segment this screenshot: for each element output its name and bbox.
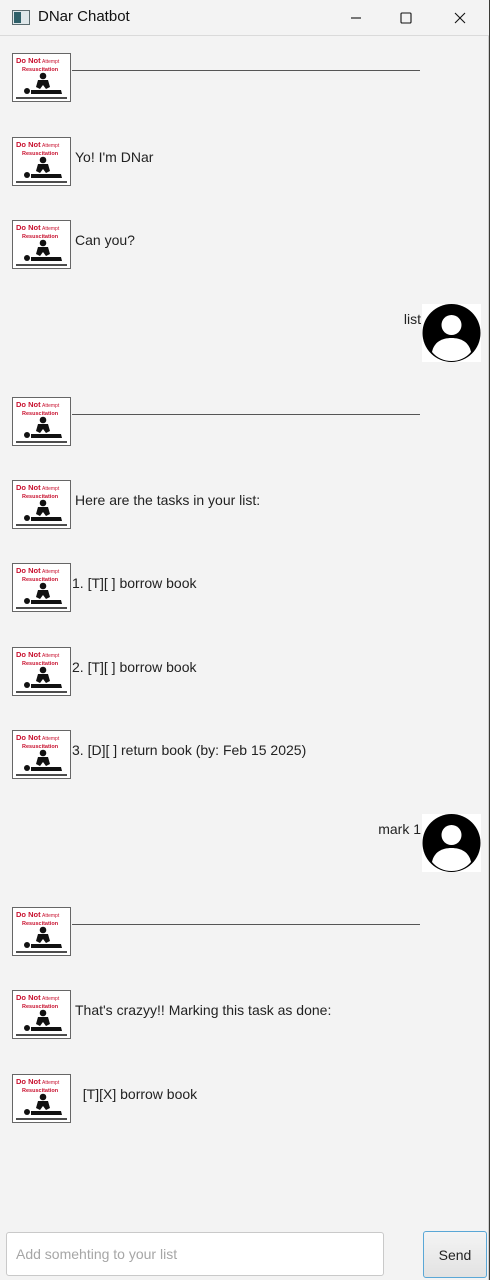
avatar-line2: Resuscitation bbox=[22, 67, 59, 73]
chat-area[interactable]: Do Not Attempt Resuscitation Do Not Atte… bbox=[0, 37, 489, 1227]
cpr-pictogram-icon bbox=[16, 499, 67, 526]
message-text: 3. [D][ ] return book (by: Feb 15 2025) bbox=[72, 742, 307, 758]
bot-avatar: Do Not Attempt Resuscitation bbox=[12, 1074, 71, 1123]
avatar-line1-small: Attempt bbox=[42, 736, 60, 742]
avatar-line2: Resuscitation bbox=[22, 744, 59, 750]
avatar-line1-small: Attempt bbox=[42, 486, 60, 492]
message-text: list bbox=[403, 311, 421, 327]
message-text: Yo! I'm DNar bbox=[75, 149, 154, 165]
cpr-pictogram-icon bbox=[16, 582, 67, 609]
bot-message: Do Not Attempt Resuscitation Here are th… bbox=[0, 480, 489, 532]
cpr-pictogram-icon bbox=[16, 666, 67, 693]
bot-avatar: Do Not Attempt Resuscitation bbox=[12, 730, 71, 779]
avatar-line1-small: Attempt bbox=[42, 913, 60, 919]
minimize-icon bbox=[351, 17, 361, 19]
avatar-line1: Do Not bbox=[16, 566, 41, 575]
input-bar: Send bbox=[0, 1228, 489, 1280]
avatar-line2: Resuscitation bbox=[22, 151, 59, 157]
cpr-pictogram-icon bbox=[16, 1009, 67, 1036]
message-divider bbox=[72, 70, 420, 71]
bot-avatar: Do Not Attempt Resuscitation bbox=[12, 53, 71, 102]
user-avatar bbox=[422, 304, 481, 362]
avatar-line2: Resuscitation bbox=[22, 234, 59, 240]
cpr-pictogram-icon bbox=[16, 72, 67, 99]
message-text: Can you? bbox=[75, 232, 135, 248]
avatar-line1: Do Not bbox=[16, 56, 41, 65]
message-text: Here are the tasks in your list: bbox=[75, 492, 261, 508]
avatar-line1: Do Not bbox=[16, 483, 41, 492]
title-bar[interactable]: DNar Chatbot bbox=[0, 0, 489, 36]
maximize-icon bbox=[400, 12, 412, 24]
bot-message: Do Not Attempt Resuscitation 3. [D][ ] r… bbox=[0, 730, 489, 782]
avatar-line1: Do Not bbox=[16, 140, 41, 149]
bot-message: Do Not Attempt Resuscitation bbox=[0, 53, 489, 105]
bot-avatar: Do Not Attempt Resuscitation bbox=[12, 990, 71, 1039]
avatar-line1: Do Not bbox=[16, 733, 41, 742]
close-icon bbox=[454, 12, 466, 24]
avatar-line1-small: Attempt bbox=[42, 569, 60, 575]
bot-message: Do Not Attempt Resuscitation 2. [T][ ] b… bbox=[0, 647, 489, 699]
user-message: mark 1 bbox=[0, 814, 489, 874]
bot-avatar: Do Not Attempt Resuscitation bbox=[12, 220, 71, 269]
bot-avatar: Do Not Attempt Resuscitation bbox=[12, 907, 71, 956]
maximize-button[interactable] bbox=[380, 0, 432, 36]
person-silhouette-icon bbox=[422, 304, 481, 362]
avatar-line1: Do Not bbox=[16, 650, 41, 659]
message-text: mark 1 bbox=[378, 821, 421, 837]
avatar-line1-small: Attempt bbox=[42, 653, 60, 659]
cpr-pictogram-icon bbox=[16, 416, 67, 443]
bot-avatar: Do Not Attempt Resuscitation bbox=[12, 563, 71, 612]
message-divider bbox=[72, 924, 420, 925]
app-window: DNar Chatbot Do Not Attempt Resuscitatio… bbox=[0, 0, 489, 1280]
user-message: list bbox=[0, 304, 489, 364]
avatar-line2: Resuscitation bbox=[22, 661, 59, 667]
bot-avatar: Do Not Attempt Resuscitation bbox=[12, 397, 71, 446]
message-text: 2. [T][ ] borrow book bbox=[72, 659, 197, 675]
avatar-line1-small: Attempt bbox=[42, 143, 60, 149]
avatar-line1: Do Not bbox=[16, 1077, 41, 1086]
window-title: DNar Chatbot bbox=[38, 8, 130, 25]
avatar-line2: Resuscitation bbox=[22, 1088, 59, 1094]
user-avatar bbox=[422, 814, 481, 872]
bot-message: Do Not Attempt Resuscitation [T][X] borr… bbox=[0, 1074, 489, 1126]
avatar-line2: Resuscitation bbox=[22, 411, 59, 417]
cpr-pictogram-icon bbox=[16, 1093, 67, 1120]
cpr-pictogram-icon bbox=[16, 749, 67, 776]
avatar-line2: Resuscitation bbox=[22, 494, 59, 500]
app-icon bbox=[12, 10, 30, 25]
minimize-button[interactable] bbox=[330, 0, 382, 36]
avatar-line1: Do Not bbox=[16, 910, 41, 919]
avatar-line1-small: Attempt bbox=[42, 996, 60, 1002]
avatar-line2: Resuscitation bbox=[22, 921, 59, 927]
avatar-line1-small: Attempt bbox=[42, 226, 60, 232]
bot-message: Do Not Attempt Resuscitation bbox=[0, 397, 489, 449]
message-divider bbox=[72, 414, 420, 415]
message-text: 1. [T][ ] borrow book bbox=[72, 575, 197, 591]
avatar-line1-small: Attempt bbox=[42, 1080, 60, 1086]
bot-message: Do Not Attempt Resuscitation 1. [T][ ] b… bbox=[0, 563, 489, 615]
send-button[interactable]: Send bbox=[423, 1231, 487, 1278]
bot-message: Do Not Attempt Resuscitation That's craz… bbox=[0, 990, 489, 1042]
bot-avatar: Do Not Attempt Resuscitation bbox=[12, 137, 71, 186]
message-text: That's crazyy!! Marking this task as don… bbox=[75, 1002, 332, 1018]
avatar-line1-small: Attempt bbox=[42, 403, 60, 409]
message-text: [T][X] borrow book bbox=[75, 1086, 198, 1102]
avatar-line1: Do Not bbox=[16, 993, 41, 1002]
cpr-pictogram-icon bbox=[16, 156, 67, 183]
bot-avatar: Do Not Attempt Resuscitation bbox=[12, 480, 71, 529]
close-button[interactable] bbox=[434, 0, 486, 36]
cpr-pictogram-icon bbox=[16, 239, 67, 266]
avatar-line2: Resuscitation bbox=[22, 577, 59, 583]
bot-message: Do Not Attempt Resuscitation bbox=[0, 907, 489, 959]
avatar-line2: Resuscitation bbox=[22, 1004, 59, 1010]
message-input[interactable] bbox=[6, 1232, 384, 1276]
bot-avatar: Do Not Attempt Resuscitation bbox=[12, 647, 71, 696]
bot-message: Do Not Attempt Resuscitation Can you? bbox=[0, 220, 489, 272]
avatar-line1: Do Not bbox=[16, 400, 41, 409]
avatar-line1-small: Attempt bbox=[42, 59, 60, 65]
person-silhouette-icon bbox=[422, 814, 481, 872]
cpr-pictogram-icon bbox=[16, 926, 67, 953]
bot-message: Do Not Attempt Resuscitation Yo! I'm DNa… bbox=[0, 137, 489, 189]
avatar-line1: Do Not bbox=[16, 223, 41, 232]
